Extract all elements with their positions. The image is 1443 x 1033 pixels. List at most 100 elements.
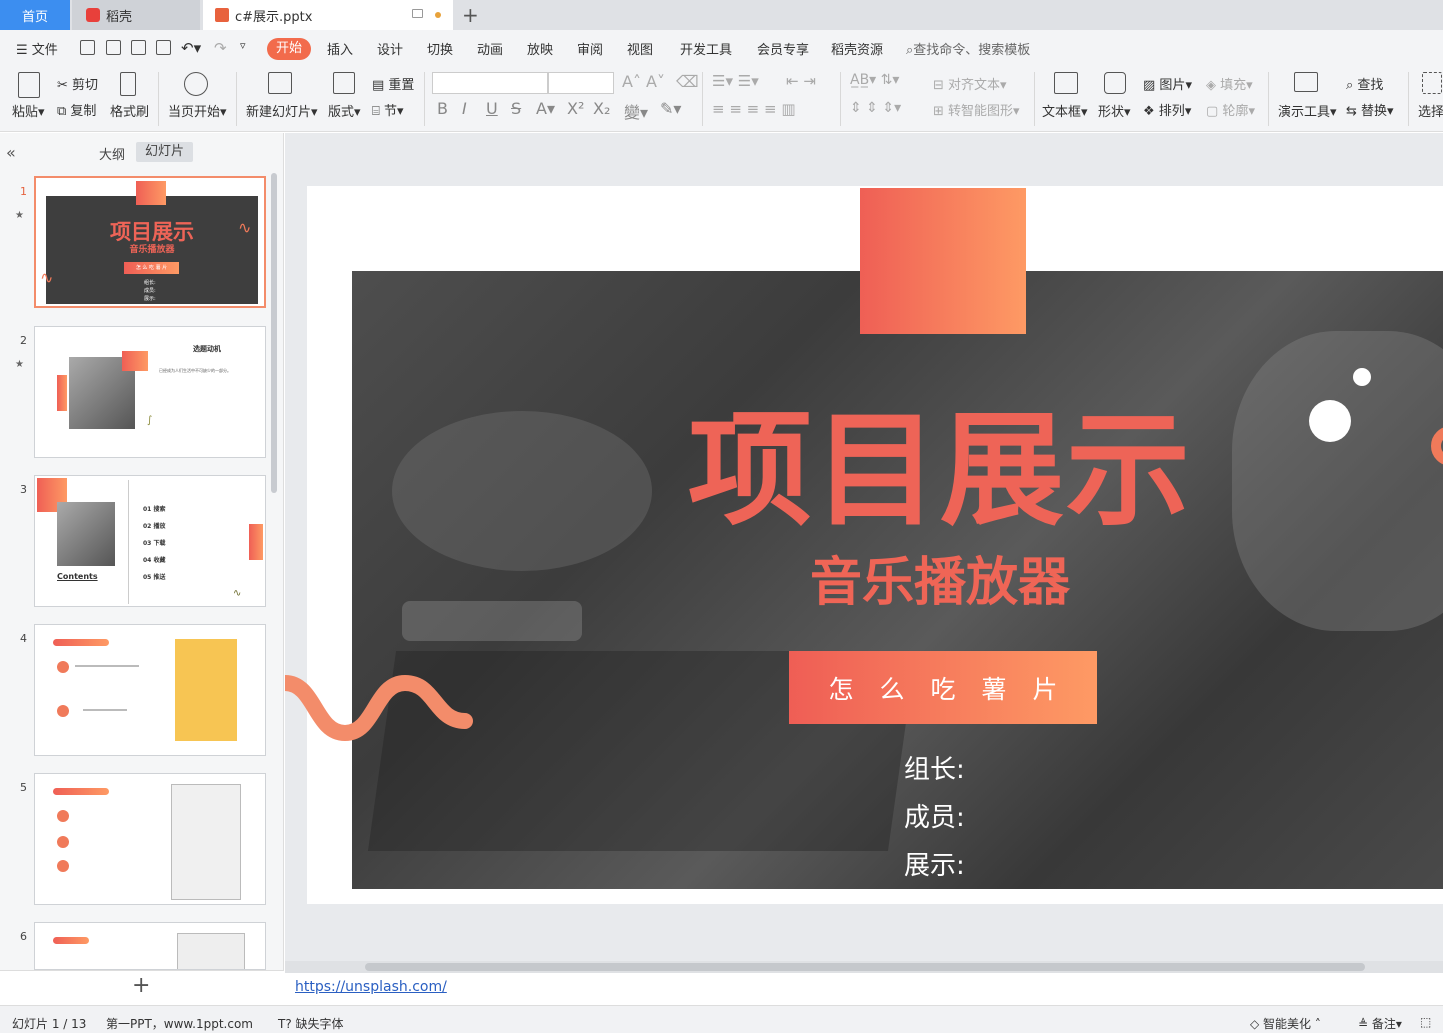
textbox-button[interactable]: 文本框▾ [1042, 101, 1088, 120]
slide-thumbnail-3[interactable]: Contents 01 搜索 02 播放 03 下载 04 收藏 05 推送 ∿ [34, 475, 266, 607]
menu-tab-insert[interactable]: 插入 [327, 39, 353, 58]
notes-button[interactable]: ≜ 备注▾ [1358, 1015, 1402, 1032]
select-icon[interactable] [1422, 72, 1442, 94]
align-text-button[interactable]: ⊟ 对齐文本▾ [933, 74, 1007, 93]
new-slide-icon[interactable] [268, 72, 292, 94]
print-preview-icon[interactable] [156, 40, 171, 55]
underline-icon[interactable]: U [486, 99, 498, 118]
superscript-icon[interactable]: X² [567, 99, 584, 118]
paragraph-align-icons[interactable]: ≡ ≡ ≡ ≡ ▥ [712, 100, 796, 118]
menu-tab-daoke-resources[interactable]: 稻壳资源 [831, 39, 883, 58]
file-menu[interactable]: ☰ 文件 [16, 39, 58, 58]
new-tab-icon[interactable]: + [462, 3, 479, 27]
panel-scrollbar[interactable] [271, 173, 277, 493]
slide-thumbnail-5[interactable] [34, 773, 266, 905]
shape-button[interactable]: 形状▾ [1098, 101, 1131, 120]
menu-tab-membership[interactable]: 会员专享 [757, 39, 809, 58]
paste-button[interactable]: 粘贴▾ [12, 101, 45, 120]
format-painter-button[interactable]: 格式刷 [110, 101, 149, 120]
export-pdf-icon[interactable] [106, 40, 121, 55]
slide-thumbnail-2[interactable]: 选题动机 已经成为人们生活中不可缺少的一部分。 ∫ [34, 326, 266, 458]
presenter-tools-button[interactable]: 演示工具▾ [1278, 101, 1337, 120]
role-leader[interactable]: 组长: [904, 749, 965, 786]
indent-icon[interactable]: ⇤ ⇥ [786, 72, 816, 90]
font-color-icon[interactable]: A▾ [536, 99, 555, 118]
missing-font-button[interactable]: T? 缺失字体 [278, 1015, 344, 1032]
line-spacing-icon[interactable]: ⇕ ⇕ ⇕▾ [850, 100, 901, 116]
from-current-button[interactable]: 当页开始▾ [168, 101, 227, 120]
font-size-select[interactable] [548, 72, 614, 94]
add-slide-icon[interactable]: + [132, 973, 150, 998]
fill-button[interactable]: ◈ 填充▾ [1206, 74, 1253, 93]
command-search[interactable]: ⌕查找命令、搜索模板 [906, 39, 1030, 58]
layout-icon[interactable] [333, 72, 355, 94]
collapse-panel-icon[interactable]: « [6, 143, 16, 162]
slide-title[interactable]: 项目展示 [685, 401, 1195, 541]
find-button[interactable]: ⌕ 查找 [1346, 74, 1383, 93]
slide-thumbnail-1[interactable]: 项目展示 音乐播放器 怎 么 吃 薯 片 组长: 成员: 展示: ∿ ∿ [34, 176, 266, 308]
horizontal-scrollbar[interactable] [285, 961, 1443, 973]
menu-tab-transition[interactable]: 切换 [427, 39, 453, 58]
menu-tab-developer[interactable]: 开发工具 [680, 39, 732, 58]
tab-slides[interactable]: 幻灯片 [136, 142, 193, 162]
slide-1[interactable]: 项目展示 音乐播放器 怎么吃薯片 组长: 成员: 展示: [307, 186, 1443, 904]
menu-tab-view[interactable]: 视图 [627, 39, 653, 58]
redo-icon[interactable]: ↷ [214, 39, 227, 57]
font-family-select[interactable] [432, 72, 548, 94]
picture-button[interactable]: ▨ 图片▾ [1143, 74, 1192, 93]
format-painter-icon[interactable] [120, 72, 136, 96]
bullets-icon[interactable]: ☰▾ ☰▾ [712, 72, 759, 90]
italic-icon[interactable]: I [462, 99, 467, 118]
arrange-button[interactable]: ❖ 排列▾ [1143, 100, 1191, 119]
menu-tab-review[interactable]: 审阅 [577, 39, 603, 58]
smartart-button[interactable]: ⊞ 转智能图形▾ [933, 100, 1020, 119]
font-grow-shrink-icon[interactable]: A˄ A˅ [622, 72, 665, 91]
presenter-tools-icon[interactable] [1294, 72, 1318, 92]
tab-home[interactable]: 首页 [0, 0, 70, 30]
new-slide-button[interactable]: 新建幻灯片▾ [246, 101, 318, 120]
cut-button[interactable]: ✂ 剪切 [57, 74, 98, 93]
copy-button[interactable]: ⧉ 复制 [57, 100, 96, 119]
tab-daoke[interactable]: 稻壳 [72, 0, 200, 30]
scrollbar-thumb[interactable] [365, 963, 1365, 971]
slide-thumbnail-6[interactable] [34, 922, 266, 970]
play-icon[interactable] [184, 72, 208, 96]
strikethrough-icon[interactable]: S [511, 99, 521, 118]
phonetic-icon[interactable]: 變▾ [624, 99, 648, 123]
team-name-bar[interactable]: 怎么吃薯片 [789, 651, 1097, 724]
divider [424, 72, 425, 126]
reset-button[interactable]: ▤ 重置 [372, 74, 414, 93]
select-button[interactable]: 选择 [1418, 101, 1443, 120]
layout-button[interactable]: 版式▾ [328, 101, 361, 120]
print-icon[interactable] [131, 40, 146, 55]
notes-link[interactable]: https://unsplash.com/ [295, 979, 447, 995]
role-members[interactable]: 成员: [904, 797, 965, 834]
comment-icon[interactable]: ⬚ [1420, 1015, 1431, 1029]
shape-icon[interactable] [1104, 72, 1126, 94]
text-direction-icon[interactable]: A̲B̲▾ ⇅▾ [850, 72, 899, 88]
slide-thumbnail-4[interactable] [34, 624, 266, 756]
replace-button[interactable]: ⇆ 替换▾ [1346, 100, 1394, 119]
window-pin-icon[interactable] [412, 9, 423, 18]
tab-document[interactable]: c#展示.pptx [203, 0, 453, 30]
menu-tab-design[interactable]: 设计 [377, 39, 403, 58]
save-icon[interactable] [80, 40, 95, 55]
clear-format-icon[interactable]: ⌫ [676, 72, 699, 91]
subscript-icon[interactable]: X₂ [593, 99, 610, 118]
undo-icon[interactable]: ↶▾ [181, 39, 201, 57]
paste-icon[interactable] [18, 72, 40, 98]
tab-outline[interactable]: 大纲 [99, 144, 125, 163]
divider [1268, 72, 1269, 126]
role-presenter[interactable]: 展示: [904, 845, 965, 882]
menu-tab-animation[interactable]: 动画 [477, 39, 503, 58]
menu-tab-slideshow[interactable]: 放映 [527, 39, 553, 58]
bold-icon[interactable]: B [437, 99, 448, 118]
outline-button[interactable]: ▢ 轮廓▾ [1206, 100, 1255, 119]
menu-tab-home[interactable]: 开始 [267, 38, 311, 60]
section-button[interactable]: ⌸ 节▾ [372, 100, 403, 119]
slide-subtitle[interactable]: 音乐播放器 [805, 548, 1075, 618]
highlight-icon[interactable]: ✎▾ [660, 99, 681, 118]
textbox-icon[interactable] [1054, 72, 1078, 94]
customize-toolbar-icon[interactable]: ▿ [240, 39, 246, 52]
smart-beautify-button[interactable]: ◇ 智能美化 ˄ [1250, 1015, 1321, 1032]
